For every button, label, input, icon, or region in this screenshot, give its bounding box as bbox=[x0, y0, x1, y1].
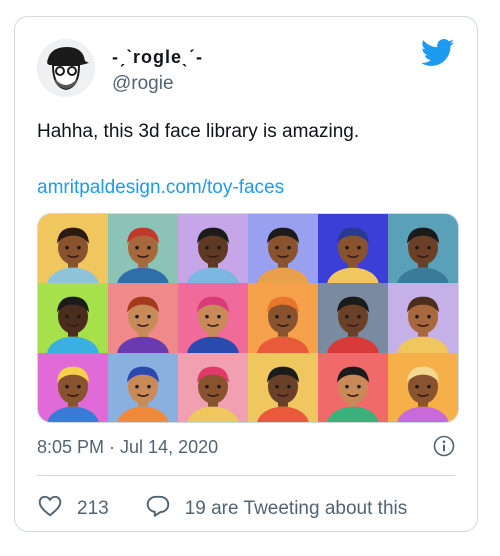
divider bbox=[37, 475, 455, 476]
face-tile bbox=[38, 352, 108, 422]
user-handle[interactable]: @rogie bbox=[112, 73, 174, 95]
face-tile bbox=[38, 283, 108, 353]
face-tile bbox=[38, 214, 108, 284]
conversation-text[interactable]: 19 are Tweeting about this bbox=[185, 498, 408, 520]
speech-bubble-icon[interactable] bbox=[145, 493, 171, 525]
face-tile bbox=[248, 352, 318, 422]
face-tile bbox=[318, 214, 388, 284]
tweet-card[interactable]: -ˏˋrogleˎˊ- @rogie Hahha, this 3d face l… bbox=[14, 16, 478, 532]
display-name[interactable]: -ˏˋrogleˎˊ- bbox=[112, 47, 203, 68]
like-count[interactable]: 213 bbox=[77, 498, 109, 520]
face-tile bbox=[318, 352, 388, 422]
heart-icon[interactable] bbox=[37, 493, 63, 525]
face-tile bbox=[108, 283, 178, 353]
face-tile bbox=[108, 352, 178, 422]
twitter-bird-icon[interactable] bbox=[420, 39, 455, 67]
face-tile bbox=[248, 214, 318, 284]
face-tile bbox=[388, 283, 458, 353]
face-tile bbox=[318, 283, 388, 353]
conversation-link[interactable]: 19 are Tweeting about this bbox=[145, 493, 408, 525]
face-tile bbox=[108, 214, 178, 284]
media-image-grid[interactable] bbox=[37, 213, 459, 423]
face-tile bbox=[178, 283, 248, 353]
face-tile bbox=[178, 352, 248, 422]
tweet-link[interactable]: amritpaldesign.com/toy-faces bbox=[37, 177, 284, 199]
info-icon[interactable] bbox=[433, 435, 455, 457]
face-tile bbox=[388, 214, 458, 284]
engagement-bar: 213 19 are Tweeting about this bbox=[37, 493, 407, 525]
tweet-text: Hahha, this 3d face library is amazing. bbox=[37, 121, 360, 142]
avatar[interactable] bbox=[37, 39, 95, 97]
face-tile bbox=[248, 283, 318, 353]
tweet-timestamp[interactable]: 8:05 PM · Jul 14, 2020 bbox=[37, 437, 218, 458]
face-tile bbox=[178, 214, 248, 284]
face-tile bbox=[388, 352, 458, 422]
like-button[interactable]: 213 bbox=[37, 493, 109, 525]
